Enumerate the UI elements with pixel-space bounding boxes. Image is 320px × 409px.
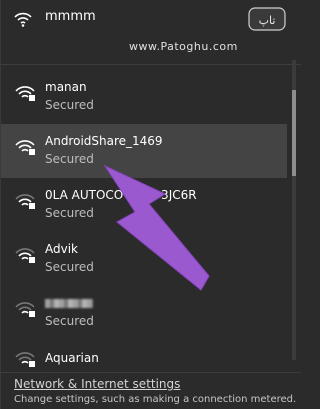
watermark: www.Patoghu.com <box>129 40 238 53</box>
network-item-selected[interactable]: AndroidShare_1469 Secured <box>1 124 287 178</box>
network-item[interactable]: Advik Secured <box>1 232 287 286</box>
connected-network-row[interactable]: mmmm تاپ <box>1 0 301 38</box>
wifi-secured-icon <box>15 138 37 160</box>
wifi-secured-icon <box>15 300 37 322</box>
network-ssid: 0LA AUTOCO T 3JC6R <box>45 188 197 202</box>
network-item[interactable]: Secured <box>1 286 287 340</box>
network-status: Secured <box>45 98 94 112</box>
network-flyout: mmmm تاپ www.Patoghu.com manan Secured A… <box>0 0 301 409</box>
wifi-secured-icon <box>15 84 37 106</box>
network-item[interactable]: 0LA AUTOCO T 3JC6R Secured <box>1 178 287 232</box>
network-ssid: manan <box>45 80 87 94</box>
wifi-secured-icon <box>15 350 37 372</box>
logo-text: تاپ <box>259 14 276 27</box>
divider <box>1 64 301 65</box>
network-settings-link[interactable]: Network & Internet settings <box>14 377 180 391</box>
wifi-secured-icon <box>15 246 37 268</box>
network-status: Secured <box>45 152 94 166</box>
network-status: Secured <box>45 314 94 328</box>
network-item[interactable]: manan Secured <box>1 70 287 124</box>
network-ssid: AndroidShare_1469 <box>45 134 163 148</box>
wifi-secured-icon <box>15 192 37 214</box>
network-item[interactable]: Aquarian <box>1 340 287 370</box>
network-status: Secured <box>45 206 94 220</box>
wifi-icon <box>13 10 33 32</box>
network-status: Secured <box>45 260 94 274</box>
redacted-block <box>45 299 93 308</box>
divider <box>1 372 301 373</box>
connected-network-name: mmmm <box>45 9 96 24</box>
network-ssid: Advik <box>45 242 78 256</box>
network-ssid-redacted <box>45 296 93 310</box>
network-ssid: Aquarian <box>45 351 99 365</box>
network-settings-description: Change settings, such as making a connec… <box>14 394 297 405</box>
scrollbar-thumb[interactable] <box>292 90 296 176</box>
site-logo: تاپ <box>243 4 291 36</box>
